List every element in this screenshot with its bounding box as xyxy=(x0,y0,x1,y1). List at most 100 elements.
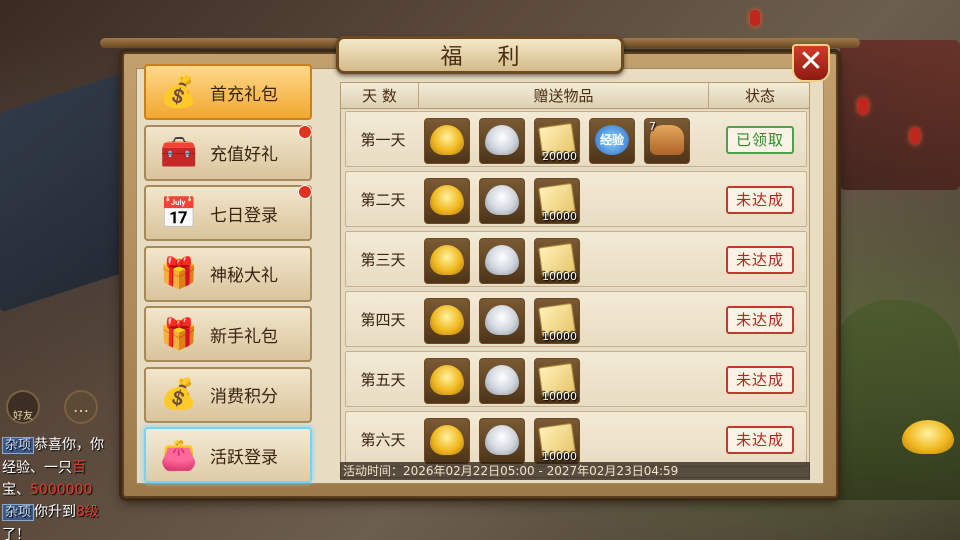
silver-ingot-icon xyxy=(485,305,519,335)
chat-bubble-icon[interactable]: … xyxy=(64,390,98,424)
notification-dot-icon xyxy=(298,124,312,139)
title-wing-left xyxy=(100,38,340,48)
sidebar-item-label: 七日登录 xyxy=(210,205,278,226)
reward-slot[interactable]: 10000 xyxy=(534,238,580,284)
day-label: 第二天 xyxy=(360,191,406,209)
close-button[interactable]: ✕ xyxy=(792,44,830,82)
money-bag-icon: 💰 xyxy=(160,74,198,110)
silver-ingot-icon xyxy=(485,245,519,275)
chat-text: 5000000 xyxy=(30,482,93,498)
day-label: 第五天 xyxy=(360,371,406,389)
panel-title: 福 利 xyxy=(336,36,624,74)
not-reached-badge[interactable]: 未达成 xyxy=(726,306,794,334)
panel-title-text: 福 利 xyxy=(440,45,534,70)
lantern-icon xyxy=(858,98,868,114)
reward-slot[interactable]: 经验 xyxy=(589,118,635,164)
reward-table: 天 数 赠送物品 状态 第一天 20000 经验 7 已领取 第二天 10000 未达成 第三天… xyxy=(340,82,810,478)
gold-ingot-hud-icon[interactable] xyxy=(902,420,954,454)
chat-channel-tag[interactable]: 杂项 xyxy=(2,437,35,454)
reward-slot[interactable] xyxy=(479,118,525,164)
chat-text: 恭喜你，你 xyxy=(34,437,105,453)
sidebar-item-3[interactable]: 🎁 神秘大礼 xyxy=(144,245,312,302)
item-level: 7 xyxy=(649,120,656,133)
treasure-chest-icon: 🧰 xyxy=(160,135,198,170)
day-label: 第一天 xyxy=(360,131,406,149)
reward-slot[interactable] xyxy=(424,178,470,224)
not-reached-badge[interactable]: 未达成 xyxy=(726,426,794,454)
sidebar-item-label: 活跃登录 xyxy=(210,447,278,468)
gold-ingot-icon xyxy=(430,365,464,395)
reward-slot[interactable] xyxy=(479,178,525,224)
sidebar-item-0[interactable]: 💰 首充礼包 xyxy=(144,64,312,120)
calendar-7-icon: 📅 xyxy=(160,195,198,231)
friend-button[interactable]: 好友 xyxy=(6,390,40,424)
roof-right-top xyxy=(840,40,960,190)
sidebar-item-2[interactable]: 📅 七日登录 xyxy=(144,185,312,241)
chat-line: 杂项 你升到8级了！ xyxy=(2,501,122,540)
gold-ingot-icon xyxy=(430,125,464,155)
sidebar-item-1[interactable]: 🧰 充值好礼 xyxy=(144,124,312,181)
item-quantity: 20000 xyxy=(542,150,577,163)
sidebar-item-label: 首充礼包 xyxy=(210,84,278,105)
reward-slot[interactable]: 7 xyxy=(644,118,690,164)
reward-slot[interactable]: 20000 xyxy=(534,118,580,164)
reward-slot[interactable] xyxy=(479,238,525,284)
claimed-badge: 已领取 xyxy=(726,126,794,154)
gift-box-icon: 🎁 xyxy=(160,316,198,352)
lantern-icon xyxy=(750,10,760,26)
notification-dot-icon xyxy=(298,185,312,199)
chat-line: 宝、5000000 xyxy=(2,479,122,501)
chat-line: 经验、一只百 xyxy=(2,457,122,479)
red-pouch-icon: 👛 xyxy=(160,437,198,473)
reward-slot[interactable] xyxy=(424,298,470,344)
reward-slot[interactable] xyxy=(424,358,470,404)
gold-ingot-icon xyxy=(430,305,464,335)
header-day: 天 数 xyxy=(341,83,419,109)
gold-ingot-icon xyxy=(430,425,464,455)
roof-left xyxy=(0,67,140,313)
chat-text: 了！ xyxy=(2,527,30,540)
reward-slot[interactable] xyxy=(424,418,470,464)
chat-line: 杂项 恭喜你，你 xyxy=(2,434,122,457)
chat-text: 百 xyxy=(72,460,86,476)
item-quantity: 10000 xyxy=(542,270,577,283)
table-row: 第五天 10000 未达成 xyxy=(345,351,807,407)
item-quantity: 10000 xyxy=(542,210,577,223)
reward-slot[interactable] xyxy=(479,358,525,404)
sidebar-item-6[interactable]: 👛 活跃登录 xyxy=(144,427,312,483)
silver-ingot-icon xyxy=(485,365,519,395)
silver-ingot-icon xyxy=(485,425,519,455)
item-quantity: 10000 xyxy=(542,390,577,403)
table-row: 第一天 20000 经验 7 已领取 xyxy=(345,111,807,167)
chat-text: 8级 xyxy=(76,504,99,520)
reward-slot[interactable]: 10000 xyxy=(534,298,580,344)
tree-right xyxy=(830,300,960,500)
not-reached-badge[interactable]: 未达成 xyxy=(726,246,794,274)
sidebar-item-4[interactable]: 🎁 新手礼包 xyxy=(144,306,312,362)
reward-slot[interactable]: 10000 xyxy=(534,178,580,224)
reward-slot[interactable] xyxy=(479,418,525,464)
reward-slot[interactable] xyxy=(424,118,470,164)
sidebar-item-5[interactable]: 💰 消费积分 xyxy=(144,366,312,423)
item-quantity: 10000 xyxy=(542,330,577,343)
day-label: 第六天 xyxy=(360,431,406,449)
reward-slot[interactable] xyxy=(479,298,525,344)
header-items: 赠送物品 xyxy=(419,83,709,109)
table-row: 第二天 10000 未达成 xyxy=(345,171,807,227)
sidebar-item-label: 消费积分 xyxy=(210,387,278,407)
close-icon: ✕ xyxy=(798,44,824,79)
reward-slot[interactable] xyxy=(424,238,470,284)
chat-log[interactable]: 杂项 恭喜你，你 经验、一只百 宝、5000000 杂项 你升到8级了！ xyxy=(2,434,122,540)
chat-channel-tag[interactable]: 杂项 xyxy=(2,504,35,521)
day-label: 第三天 xyxy=(360,251,406,269)
table-row: 第三天 10000 未达成 xyxy=(345,231,807,287)
chat-text: 经验、一只 xyxy=(2,460,72,476)
lantern-icon xyxy=(910,128,920,144)
reward-slot[interactable]: 10000 xyxy=(534,418,580,464)
exp-icon: 经验 xyxy=(595,125,629,155)
not-reached-badge[interactable]: 未达成 xyxy=(726,186,794,214)
gold-ingot-icon xyxy=(430,245,464,275)
reward-slot[interactable]: 10000 xyxy=(534,358,580,404)
not-reached-badge[interactable]: 未达成 xyxy=(726,366,794,394)
friend-label: 好友 xyxy=(13,411,33,422)
